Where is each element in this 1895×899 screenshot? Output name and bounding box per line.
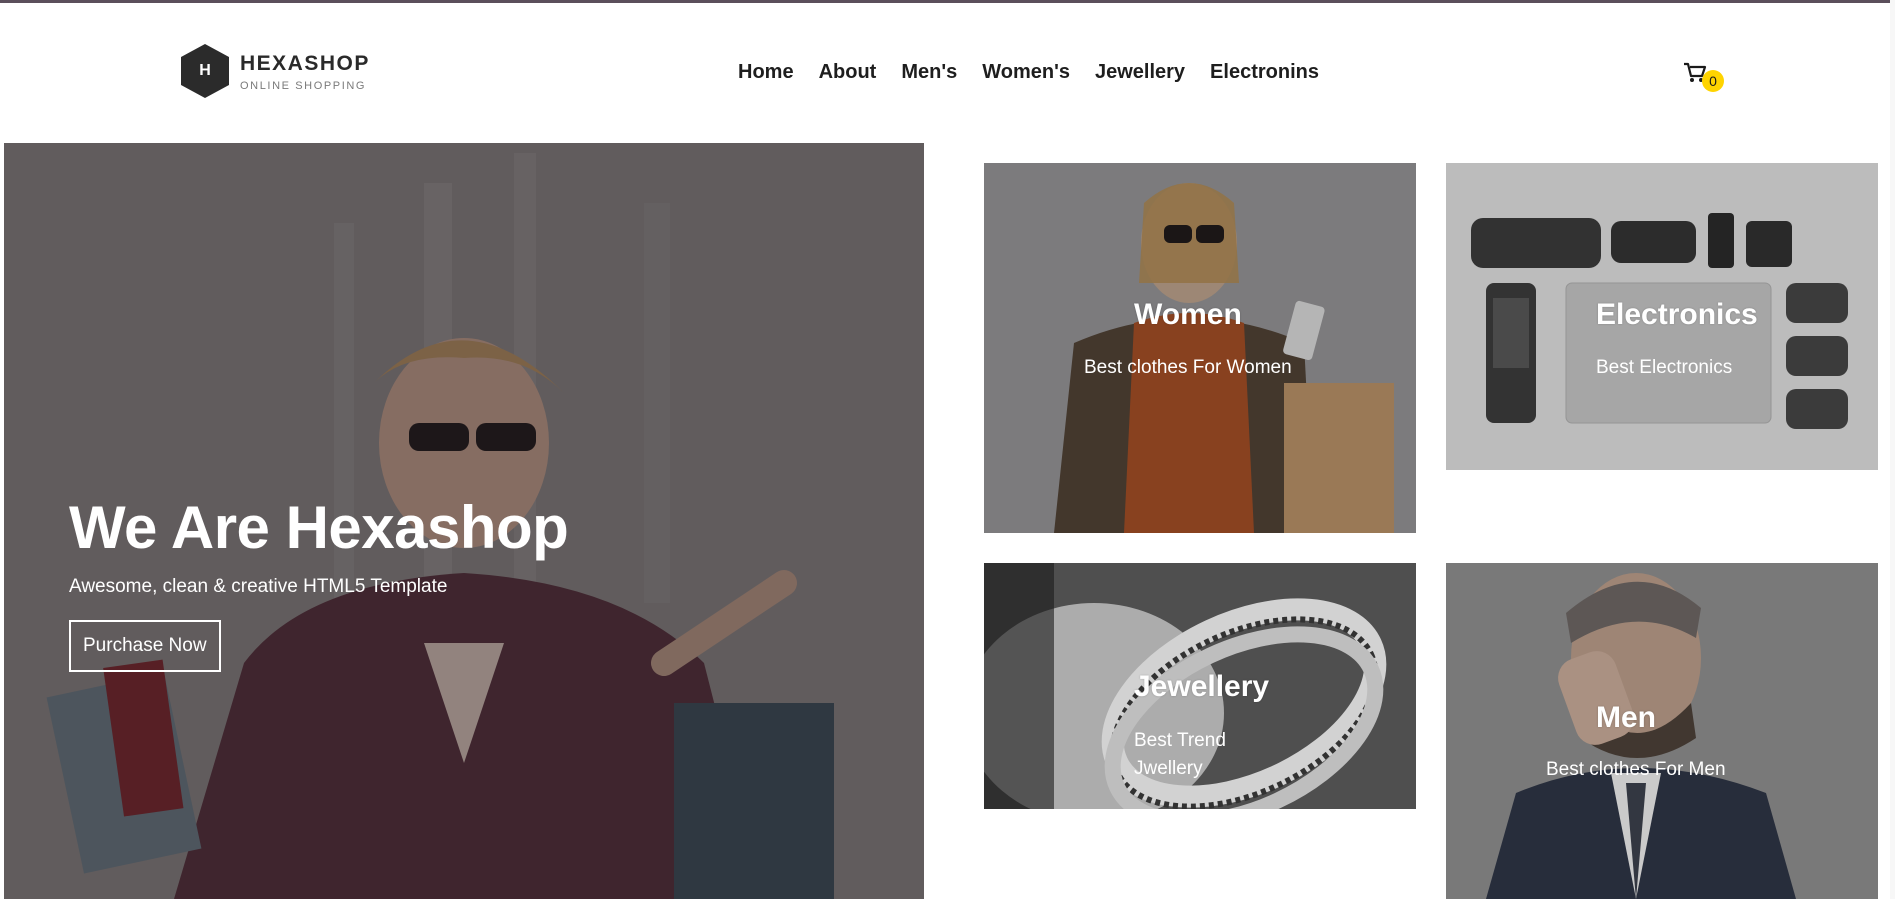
logo-letter: H [199, 62, 211, 79]
category-title-women: Women [1134, 298, 1242, 331]
nav-item-about[interactable]: About [819, 61, 877, 84]
category-card-jewellery[interactable]: Jewellery Best Trend Jwellery [984, 563, 1416, 809]
cart-count-badge: 0 [1702, 70, 1724, 92]
tile-overlay [984, 163, 1416, 533]
nav-item-jewellery[interactable]: Jewellery [1095, 61, 1185, 84]
category-subtitle-jewellery: Best Trend Jwellery [1134, 730, 1226, 779]
category-title-electronics: Electronics [1596, 298, 1758, 331]
main-nav: Home About Men's Women's Jewellery Elect… [738, 61, 1344, 84]
category-subtitle-women: Best clothes For Women [1084, 357, 1292, 378]
hero-banner: We Are Hexashop Awesome, clean & creativ… [4, 143, 924, 899]
nav-item-mens[interactable]: Men's [901, 61, 957, 84]
category-title-men: Men [1596, 701, 1656, 734]
purchase-now-button[interactable]: Purchase Now [69, 620, 221, 672]
category-card-electronics[interactable]: Electronics Best Electronics [1446, 163, 1878, 470]
tile-overlay [1446, 563, 1878, 899]
hero-subtitle: Awesome, clean & creative HTML5 Template [69, 576, 448, 597]
logo[interactable]: H HEXASHOP ONLINE SHOPPING [180, 43, 380, 99]
nav-item-electronins[interactable]: Electronins [1210, 61, 1319, 84]
category-subtitle-men: Best clothes For Men [1546, 759, 1726, 780]
site-header: H HEXASHOP ONLINE SHOPPING Home About Me… [0, 3, 1890, 143]
hero-title: We Are Hexashop [69, 494, 569, 561]
category-card-men[interactable]: Men Best clothes For Men [1446, 563, 1878, 899]
category-title-jewellery: Jewellery [1134, 670, 1270, 703]
logo-title: HEXASHOP [240, 52, 370, 75]
cart-button[interactable]: 0 [1683, 62, 1724, 96]
category-card-women[interactable]: Women Best clothes For Women [984, 163, 1416, 533]
hero-content: We Are Hexashop Awesome, clean & creativ… [69, 493, 569, 672]
category-subtitle-electronics: Best Electronics [1596, 357, 1733, 378]
scrollbar-track[interactable] [1890, 0, 1895, 899]
logo-subtitle: ONLINE SHOPPING [240, 80, 367, 92]
nav-item-womens[interactable]: Women's [982, 61, 1070, 84]
nav-item-home[interactable]: Home [738, 61, 794, 84]
